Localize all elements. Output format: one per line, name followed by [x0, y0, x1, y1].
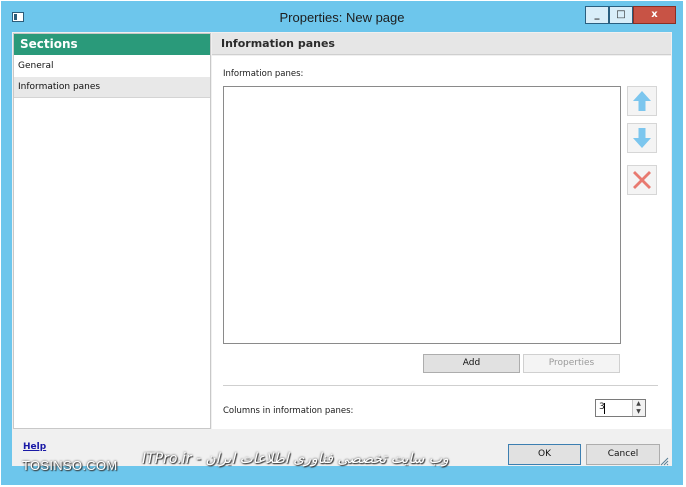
panes-list-label: Information panes:	[223, 69, 304, 79]
dialog-client: Sections General Information panes Infor…	[12, 32, 672, 466]
maximize-button[interactable]: □	[609, 6, 633, 24]
sections-header: Sections	[14, 34, 210, 55]
stepper-up-icon[interactable]: ▲	[633, 400, 644, 408]
help-link[interactable]: Help	[23, 442, 46, 452]
add-button[interactable]: Add	[423, 354, 520, 373]
close-button[interactable]: x	[633, 6, 676, 24]
columns-stepper[interactable]: 3 ▲ ▼	[595, 399, 646, 417]
arrow-up-icon	[633, 91, 651, 111]
properties-window: Properties: New page _ □ x Sections Gene…	[1, 1, 683, 485]
sidebar-item-information-panes[interactable]: Information panes	[14, 77, 210, 98]
properties-button[interactable]: Properties	[523, 354, 620, 373]
sidebar-item-general[interactable]: General	[14, 56, 210, 77]
section-title: Information panes	[212, 33, 671, 55]
cancel-button[interactable]: Cancel	[586, 444, 660, 465]
information-panes-list[interactable]	[223, 86, 621, 344]
window-title: Properties: New page	[279, 10, 405, 25]
stepper-down-icon[interactable]: ▼	[633, 408, 644, 416]
columns-label: Columns in information panes:	[223, 406, 354, 416]
title-bar[interactable]: Properties: New page _ □ x	[1, 1, 683, 32]
text-caret	[604, 403, 605, 414]
move-down-button[interactable]	[627, 123, 657, 153]
stepper-arrows: ▲ ▼	[632, 400, 645, 416]
watermark-itpro: ITPro.ir - وب سایت تخصصی فناوری اطلاعات …	[142, 451, 449, 467]
remove-button[interactable]	[627, 165, 657, 195]
resize-grip-icon[interactable]	[659, 456, 669, 466]
watermark-tosinso: TOSINSO.COM	[22, 458, 118, 473]
move-up-button[interactable]	[627, 86, 657, 116]
x-mark-icon	[633, 171, 651, 189]
information-panes-panel: Information panes: Add Properties Column…	[212, 56, 671, 429]
minimize-button[interactable]: _	[585, 6, 609, 24]
arrow-down-icon	[633, 128, 651, 148]
divider	[223, 385, 658, 386]
sections-sidebar: Sections General Information panes	[13, 33, 211, 429]
